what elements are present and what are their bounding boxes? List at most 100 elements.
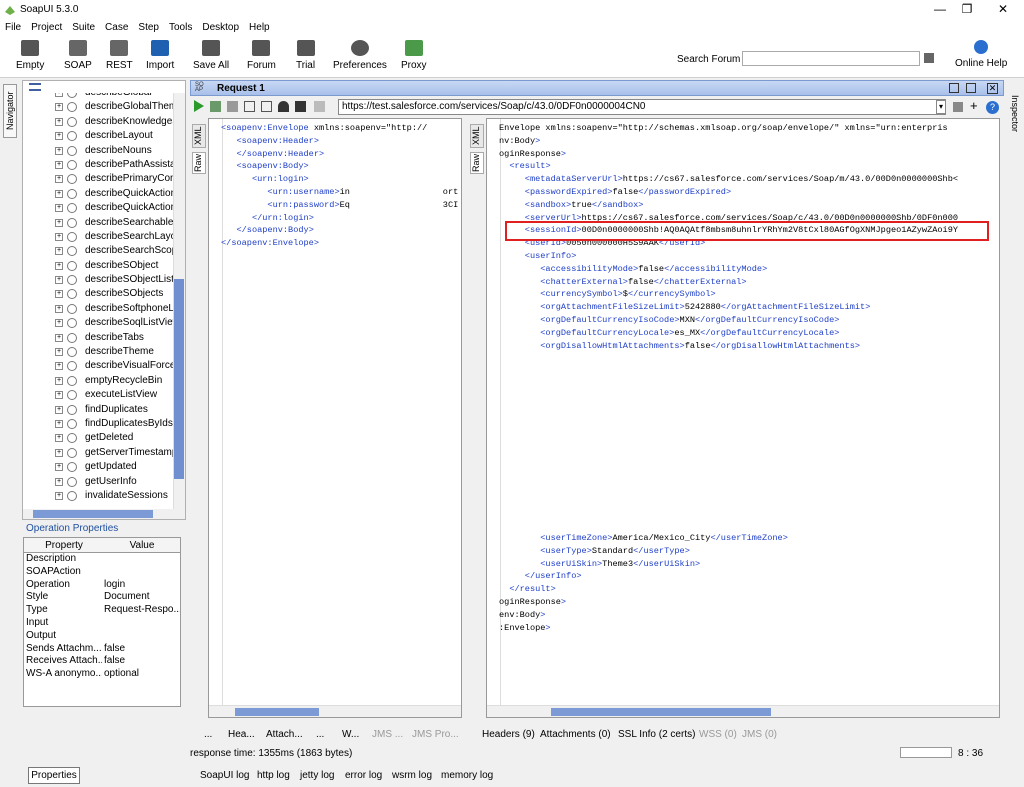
rest-button[interactable]: REST (106, 40, 133, 71)
table-row[interactable]: Type Request-Respo... (24, 604, 180, 617)
tree-item[interactable]: + describePathAssistar (23, 158, 173, 172)
expand-icon[interactable]: + (55, 304, 63, 313)
tree-item[interactable]: + describeTheme (23, 345, 173, 359)
tab-response-headers[interactable]: Headers (9) (482, 729, 535, 740)
tree-item[interactable]: + describeSearchLayou (23, 230, 173, 244)
collapse-all-icon[interactable] (29, 83, 41, 91)
response-raw-tab[interactable]: Raw (470, 152, 484, 174)
tree-item[interactable]: + describeGlobalThem (23, 100, 173, 114)
menu-step[interactable]: Step (133, 20, 164, 33)
expand-icon[interactable]: + (55, 362, 63, 371)
expand-icon[interactable]: + (55, 132, 63, 141)
user-auth-icon[interactable] (278, 101, 289, 112)
tree-item[interactable]: + describeSearchScop (23, 244, 173, 258)
tree-item[interactable]: + describeTabs (23, 331, 173, 345)
tree-item[interactable]: + invalidateSessions (23, 489, 173, 503)
tree-item[interactable]: + describeSearchableE (23, 216, 173, 230)
tree-item[interactable]: + describeSObjects (23, 287, 173, 301)
menu-tools[interactable]: Tools (164, 20, 197, 33)
tree-item[interactable]: + describeQuickAction (23, 187, 173, 201)
tree-item[interactable]: + getUserInfo (23, 475, 173, 489)
table-row[interactable]: WS-A anonymo... optional (24, 668, 180, 681)
endpoint-url-input[interactable]: https://test.salesforce.com/services/Soa… (338, 99, 946, 115)
column-header-property[interactable]: Property (26, 538, 102, 552)
stop-icon[interactable] (295, 101, 306, 112)
menu-project[interactable]: Project (26, 20, 67, 33)
tree-item[interactable]: + getDeleted (23, 431, 173, 445)
tab-request-more[interactable]: ... (204, 729, 212, 740)
menu-case[interactable]: Case (100, 20, 133, 33)
settings-icon[interactable] (261, 101, 272, 112)
expand-icon[interactable]: + (55, 319, 63, 328)
expand-icon[interactable]: + (55, 290, 63, 299)
tab-wsrm-log[interactable]: wsrm log (392, 770, 432, 781)
menu-desktop[interactable]: Desktop (197, 20, 244, 33)
format-icon[interactable] (953, 102, 963, 112)
tree-item[interactable]: + describeNouns (23, 144, 173, 158)
expand-icon[interactable]: + (55, 247, 63, 256)
expand-icon[interactable]: + (55, 276, 63, 285)
expand-icon[interactable]: + (55, 189, 63, 198)
table-row[interactable]: Receives Attach... false (24, 655, 180, 668)
expand-icon[interactable]: + (55, 160, 63, 169)
tab-memory-log[interactable]: memory log (441, 770, 493, 781)
navigator-tab[interactable]: Navigator (3, 84, 17, 138)
endpoint-icon[interactable] (244, 101, 255, 112)
navigator-scroll-thumb[interactable] (174, 279, 184, 479)
add-assertion-icon[interactable] (210, 101, 221, 112)
expand-icon[interactable]: + (55, 391, 63, 400)
table-row[interactable]: Input (24, 617, 180, 630)
request-scroll-thumb[interactable] (235, 708, 319, 716)
search-go-icon[interactable] (924, 53, 934, 63)
tab-http-log[interactable]: http log (257, 770, 290, 781)
chevron-down-icon[interactable]: ▾ (936, 100, 946, 114)
tree-item[interactable]: + describeVisualForce (23, 359, 173, 373)
detach-icon[interactable] (966, 83, 976, 93)
expand-icon[interactable]: + (55, 463, 63, 472)
expand-icon[interactable]: + (55, 232, 63, 241)
menu-file[interactable]: File (0, 20, 26, 33)
tree-item[interactable]: + findDuplicatesByIds (23, 417, 173, 431)
request-editor[interactable]: <soapenv:Envelope xmlns:soapenv="http://… (208, 118, 462, 718)
undock-icon[interactable] (949, 83, 959, 93)
close-request-icon[interactable]: ✕ (987, 83, 998, 94)
properties-button[interactable]: Properties (28, 767, 80, 784)
expand-icon[interactable]: + (55, 204, 63, 213)
menu-suite[interactable]: Suite (67, 20, 100, 33)
tab-response-ssl-info[interactable]: SSL Info (2 certs) (618, 729, 695, 740)
preferences-button[interactable]: Preferences (333, 40, 387, 71)
request-xml-tab[interactable]: XML (192, 124, 206, 148)
tree-item[interactable]: + emptyRecycleBin (23, 374, 173, 388)
online-help-button[interactable]: Online Help (955, 40, 1007, 69)
proxy-button[interactable]: Proxy (401, 40, 427, 71)
request-horizontal-scrollbar[interactable] (209, 705, 461, 717)
soap-button[interactable]: SOAP (64, 40, 92, 71)
navigator-hscroll-thumb[interactable] (33, 510, 153, 518)
empty-button[interactable]: Empty (16, 40, 44, 71)
add-icon[interactable]: + (970, 99, 978, 112)
expand-icon[interactable]: + (55, 434, 63, 443)
expand-icon[interactable]: + (55, 448, 63, 457)
tab-request-headers[interactable]: Hea... (228, 729, 255, 740)
response-xml-tab[interactable]: XML (470, 124, 484, 148)
response-horizontal-scrollbar[interactable] (487, 705, 999, 717)
tree-item[interactable]: + describeSoftphoneL (23, 302, 173, 316)
expand-icon[interactable]: + (55, 93, 63, 97)
inspector-tab[interactable]: Inspector (1006, 84, 1020, 144)
tab-request-other[interactable]: ... (316, 729, 324, 740)
expand-icon[interactable]: + (55, 146, 63, 155)
tab-response-jms[interactable]: JMS (0) (742, 729, 777, 740)
expand-icon[interactable]: + (55, 477, 63, 486)
expand-icon[interactable]: + (55, 333, 63, 342)
tree-item[interactable]: + describeKnowledgeS (23, 115, 173, 129)
expand-icon[interactable]: + (55, 218, 63, 227)
tree-item[interactable]: + describeSObjectList (23, 273, 173, 287)
tab-response-attachments[interactable]: Attachments (0) (540, 729, 611, 740)
tab-request-jms[interactable]: JMS ... (372, 729, 403, 740)
menu-help[interactable]: Help (244, 20, 275, 33)
tree-item[interactable]: + getUpdated (23, 460, 173, 474)
run-icon[interactable] (194, 100, 204, 112)
tree-item[interactable]: + describeLayout (23, 129, 173, 143)
tree-item[interactable]: + describePrimaryCon (23, 172, 173, 186)
forum-button[interactable]: Forum (247, 40, 276, 71)
